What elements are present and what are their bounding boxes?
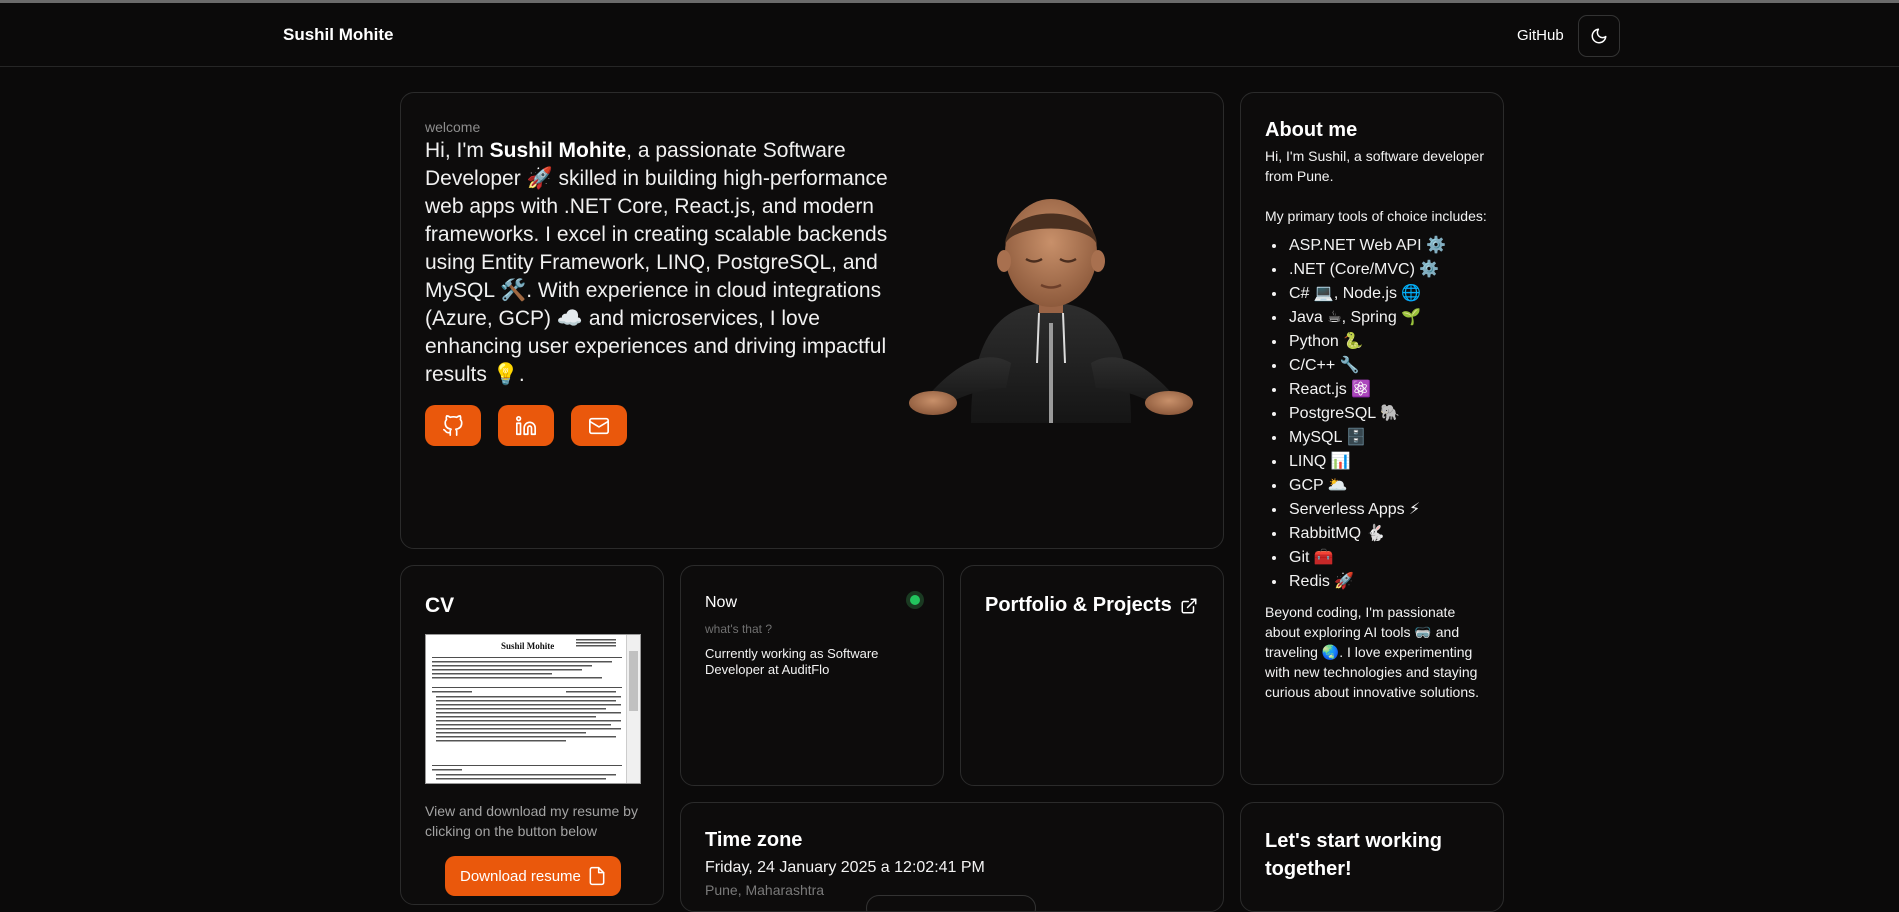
tools-heading: My primary tools of choice includes: [1265, 208, 1487, 224]
scrollbar-thumb[interactable] [629, 651, 638, 711]
download-resume-button[interactable]: Download resume [445, 856, 621, 896]
cv-card: CV Sushil Mohite View and download my re… [400, 565, 664, 905]
portfolio-card[interactable]: Portfolio & Projects [960, 565, 1224, 786]
current-datetime: Friday, 24 January 2025 a 12:02:41 PM [705, 859, 985, 876]
brand-name[interactable]: Sushil Mohite [283, 25, 394, 45]
now-title: Now [705, 594, 738, 611]
navbar: Sushil Mohite GitHub [0, 3, 1899, 67]
list-item: Git 🧰 [1287, 546, 1489, 570]
email-button[interactable] [571, 405, 627, 446]
github-button[interactable] [425, 405, 481, 446]
list-item: C/C++ 🔧 [1287, 354, 1489, 378]
avatar-illustration [909, 199, 1193, 423]
resume-document-thumbnail: Sushil Mohite [432, 639, 622, 780]
list-item: PostgreSQL 🐘 [1287, 402, 1489, 426]
list-item: Serverless Apps ⚡ [1287, 498, 1489, 522]
linkedin-button[interactable] [498, 405, 554, 446]
portfolio-title[interactable]: Portfolio & Projects [985, 594, 1198, 617]
list-item: RabbitMQ 🐇 [1287, 522, 1489, 546]
cv-description: View and download my resume by clicking … [425, 803, 638, 839]
intro-text: Hi, I'm Sushil Mohite, a passionate Soft… [425, 137, 905, 389]
list-item: MySQL 🗄️ [1287, 426, 1489, 450]
mail-icon [589, 417, 609, 434]
social-links [425, 405, 627, 446]
nav-github-link[interactable]: GitHub [1517, 27, 1564, 44]
intro-body: , a passionate Software Developer 🚀 skil… [425, 139, 888, 386]
now-text: Currently working as Software Developer … [705, 646, 879, 677]
status-dot-icon [910, 595, 920, 605]
list-item: GCP 🌥️ [1287, 474, 1489, 498]
list-item: ASP.NET Web API ⚙️ [1287, 234, 1489, 258]
list-item: LINQ 📊 [1287, 450, 1489, 474]
location-text: Pune, Maharashtra [705, 882, 825, 898]
list-item: Java ☕, Spring 🌱 [1287, 306, 1489, 330]
list-item: React.js ⚛️ [1287, 378, 1489, 402]
list-item: Python 🐍 [1287, 330, 1489, 354]
tools-list: ASP.NET Web API ⚙️ .NET (Core/MVC) ⚙️ C#… [1287, 234, 1489, 594]
list-item: Redis 🚀 [1287, 570, 1489, 594]
portfolio-title-text: Portfolio & Projects [985, 594, 1172, 616]
download-resume-label: Download resume [460, 867, 581, 885]
resume-heading: Sushil Mohite [501, 641, 554, 651]
theme-toggle-button[interactable] [1578, 15, 1620, 57]
status-indicator [906, 591, 924, 609]
timezone-card: Time zone Friday, 24 January 2025 a 12:0… [680, 802, 1224, 912]
hero-card: welcome Hi, I'm Sushil Mohite, a passion… [400, 92, 1224, 549]
list-item: .NET (Core/MVC) ⚙️ [1287, 258, 1489, 282]
timezone-title: Time zone [705, 829, 803, 851]
about-outro: Beyond coding, I'm passionate about expl… [1265, 604, 1480, 700]
welcome-label: welcome [425, 119, 481, 135]
cv-title: CV [425, 594, 455, 617]
contact-card: Let's start working together! [1240, 802, 1504, 912]
intro-prefix: Hi, I'm [425, 139, 490, 162]
moon-icon [1591, 28, 1607, 44]
preview-scrollbar[interactable] [626, 635, 640, 783]
list-item: C# 💻, Node.js 🌐 [1287, 282, 1489, 306]
github-icon [443, 414, 463, 436]
about-title: About me [1265, 119, 1358, 141]
timezone-widget [866, 895, 1036, 911]
about-card: About me Hi, I'm Sushil, a software deve… [1240, 92, 1504, 785]
file-icon [589, 866, 605, 886]
intro-name: Sushil Mohite [489, 139, 627, 162]
linkedin-icon [516, 415, 536, 435]
resume-preview[interactable]: Sushil Mohite [425, 634, 641, 784]
now-subtitle[interactable]: what's that ? [705, 622, 772, 636]
about-intro: Hi, I'm Sushil, a software developer fro… [1265, 148, 1484, 184]
contact-title: Let's start working together! [1265, 830, 1443, 880]
external-link-icon [1181, 598, 1197, 613]
about-body: Hi, I'm Sushil, a software developer fro… [1265, 146, 1489, 702]
now-card: Now what's that ? Currently working as S… [680, 565, 944, 786]
